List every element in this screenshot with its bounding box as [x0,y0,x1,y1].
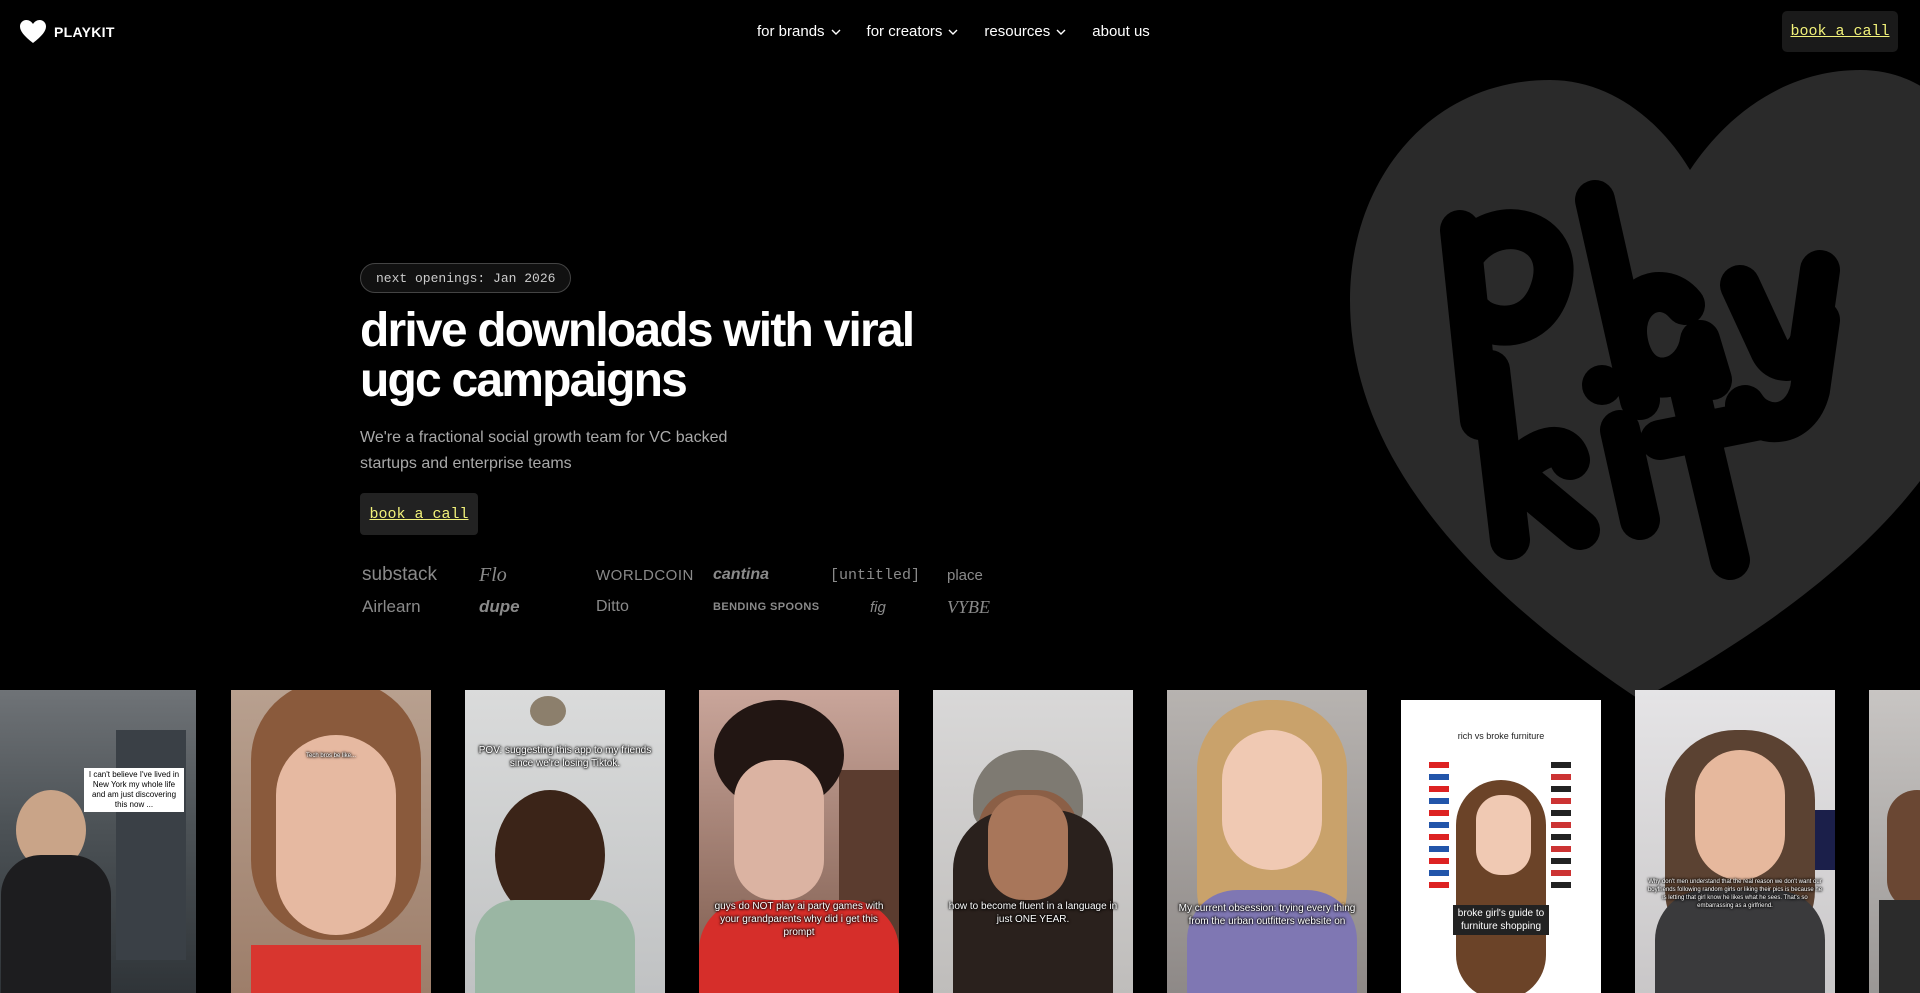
brand-logo-cantina: cantina [713,566,770,583]
main-nav: for brands for creators resources about … [757,23,1150,40]
video-card[interactable]: how to become fluent in a language in ju… [933,690,1133,993]
video-caption: Tech bros be like... [305,753,357,759]
video-caption: My current obsession: trying every thing… [1178,903,1356,927]
video-card[interactable]: guys do NOT play ai party games with you… [699,690,899,993]
hero-subtitle: We're a fractional social growth team fo… [360,429,728,472]
nav-label: for brands [757,23,825,40]
chevron-down-icon [831,29,841,35]
nav-label: resources [984,23,1051,40]
video-caption: POV: suggesting this app to my friends s… [478,745,652,769]
nav-label: for creators [866,23,943,40]
video-card[interactable]: rich vs broke furniture broke girl's gui… [1401,700,1601,993]
video-caption: Why don't men understand that the real r… [1647,879,1823,909]
video-card[interactable]: I can't believe I've lived in New York m… [0,690,196,993]
video-caption: broke girl's guide to furniture shopping [1453,905,1549,935]
brand-name: PLAYKIT [54,24,115,40]
video-caption-top: rich vs broke furniture [1457,731,1545,741]
brand-logo-dupe: dupe [479,597,520,616]
video-caption: I can't believe I've lived in New York m… [84,768,184,812]
nav-resources[interactable]: resources [984,23,1066,40]
hero-title: drive downloads with viral ugc campaigns [360,304,915,407]
chevron-down-icon [948,29,958,35]
video-card[interactable]: Tech bros be like... [231,690,431,993]
video-card[interactable]: Why don't men understand that the real r… [1635,690,1835,993]
brand-logo-substack: substack [362,564,437,585]
brand-logo-flo: Flo [479,563,507,586]
video-card[interactable] [1869,690,1920,993]
brand-logo-untitled: [untitled] [830,566,921,584]
video-caption: how to become fluent in a language in ju… [948,901,1118,925]
brand-logo-place: place [947,566,983,584]
nav-for-brands[interactable]: for brands [757,23,841,40]
video-card[interactable]: POV: suggesting this app to my friends s… [465,690,665,993]
heart-logo-icon [20,20,46,43]
next-openings-badge: next openings: Jan 2026 [360,263,572,293]
header-book-call-button[interactable]: book a call [1782,11,1898,52]
client-logos: substack Flo WORLDCOIN cantina [untitled… [362,563,1022,617]
playkit-logo[interactable]: PLAYKIT [20,20,115,44]
chevron-down-icon [1056,29,1066,35]
video-card[interactable]: My current obsession: trying every thing… [1167,690,1367,993]
brand-logo-worldcoin: WORLDCOIN [596,566,694,584]
brand-logo-airlearn: Airlearn [362,597,421,616]
brand-logo-vybe: VYBE [947,596,990,617]
hero-book-call-button[interactable]: book a call [360,493,478,535]
nav-about-us[interactable]: about us [1092,23,1150,40]
brand-logo-bending-spoons: BENDING SPOONS [713,601,820,613]
nav-for-creators[interactable]: for creators [867,23,959,40]
brand-logo-fig: fig [870,598,886,616]
brand-logo-ditto: Ditto [596,598,629,615]
playkit-heart-graphic [1350,70,1920,700]
nav-label: about us [1092,23,1150,40]
video-caption: guys do NOT play ai party games with you… [714,901,884,938]
ugc-video-carousel[interactable]: I can't believe I've lived in New York m… [0,690,1920,993]
